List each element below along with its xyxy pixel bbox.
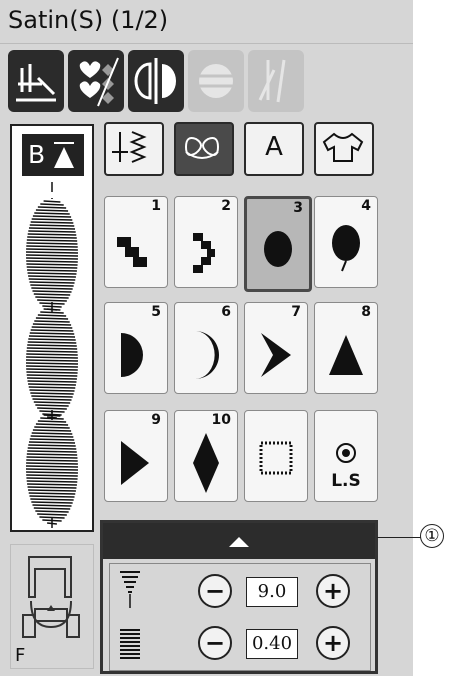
pattern-number: 8 <box>361 304 371 320</box>
pattern-button[interactable]: 5 <box>104 302 168 394</box>
minus-icon: − <box>204 629 226 657</box>
stitch-width-density-icons <box>120 571 140 659</box>
elongation-icon <box>198 64 234 98</box>
presser-foot-indicator: F <box>10 544 94 669</box>
pattern-button[interactable]: 1 <box>104 196 168 288</box>
presser-foot-label: F <box>15 645 26 666</box>
dotted-square-icon <box>259 441 293 475</box>
pattern-button[interactable]: 6 <box>174 302 238 394</box>
pattern-button[interactable]: 4 <box>314 196 378 288</box>
pattern-number: 4 <box>361 198 371 214</box>
shirt-icon <box>322 132 364 162</box>
callout-leader-line <box>377 537 422 538</box>
category-quilt-button[interactable] <box>314 122 374 176</box>
pattern-number: 2 <box>221 198 231 214</box>
screen-title: Satin(S) (1/2) <box>8 6 169 34</box>
decorative-stitch-icon <box>184 137 220 159</box>
pattern-button[interactable] <box>244 410 308 502</box>
panel-toggle-bar[interactable] <box>103 523 375 559</box>
utility-stitch-icon <box>112 131 147 163</box>
letter-icon: A <box>265 132 283 162</box>
category-letter-button[interactable]: A <box>244 122 304 176</box>
width-value: 9.0 <box>246 577 298 607</box>
pattern-label: L.S <box>331 471 361 491</box>
adjustment-controls: − 9.0 + − 0.40 + <box>109 563 371 671</box>
density-increase-button[interactable]: + <box>316 626 350 660</box>
plus-icon: + <box>322 629 344 657</box>
pattern-number: 5 <box>151 304 161 320</box>
callout-number: ① <box>424 526 440 546</box>
toolbar <box>0 44 413 118</box>
stitch-mode-icon <box>16 64 56 102</box>
pattern-button[interactable]: 7 <box>244 302 308 394</box>
elongation-button <box>188 50 244 112</box>
pattern-number: 3 <box>293 200 303 216</box>
pattern-number: 10 <box>211 412 231 428</box>
pattern-button[interactable]: 10 <box>174 410 238 502</box>
plus-icon: + <box>322 577 344 605</box>
twin-needle-button <box>248 50 304 112</box>
minus-icon: − <box>204 577 226 605</box>
pattern-button[interactable]: L.S <box>314 410 378 502</box>
mirror-icon <box>134 58 176 104</box>
density-decrease-button[interactable]: − <box>198 626 232 660</box>
pattern-button[interactable]: 3 <box>244 196 312 292</box>
satin-column-preview <box>25 182 79 528</box>
pattern-number: 9 <box>151 412 161 428</box>
width-increase-button[interactable]: + <box>316 574 350 608</box>
stitch-width-icon <box>120 571 140 608</box>
pattern-button[interactable]: 9 <box>104 410 168 502</box>
triangle-up-icon <box>229 537 249 547</box>
density-value-text: 0.40 <box>251 633 293 654</box>
width-value-text: 9.0 <box>257 581 287 602</box>
pattern-button[interactable]: 8 <box>314 302 378 394</box>
pattern-number: 1 <box>151 198 161 214</box>
pattern-number: 6 <box>221 304 231 320</box>
stitch-preview: B <box>10 124 94 532</box>
density-value: 0.40 <box>246 629 298 659</box>
pattern-button[interactable]: 2 <box>174 196 238 288</box>
width-decrease-button[interactable]: − <box>198 574 232 608</box>
pattern-combination-button[interactable] <box>68 50 124 112</box>
mirror-button[interactable] <box>128 50 184 112</box>
callout-marker: ① <box>420 524 444 548</box>
category-decorative-button[interactable] <box>174 122 234 176</box>
twin-needle-icon <box>258 59 286 103</box>
stitch-density-icon <box>120 629 140 659</box>
adjustment-panel: − 9.0 + − 0.40 + <box>100 520 378 674</box>
title-bar: Satin(S) (1/2) <box>0 0 413 44</box>
category-utility-button[interactable] <box>104 122 164 176</box>
pattern-number: 7 <box>291 304 301 320</box>
heart-pattern-icon <box>79 57 119 107</box>
stitch-mode-button[interactable] <box>8 50 64 112</box>
